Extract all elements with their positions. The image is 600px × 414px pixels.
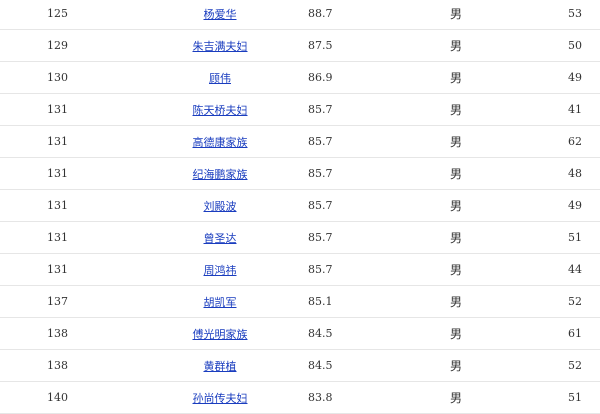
wealth-cell: 84.5 — [280, 317, 450, 350]
table-row: 129 朱吉满夫妇 87.5 男 50 — [0, 29, 600, 62]
gender-cell: 男 — [450, 253, 550, 286]
person-name-link[interactable]: 朱吉满夫妇 — [193, 40, 248, 53]
gender-cell: 男 — [450, 0, 550, 30]
person-name-link[interactable]: 曾圣达 — [204, 232, 237, 245]
table-body: 125 杨爱华 88.7 男 53 129 朱吉满夫妇 87.5 男 50 130 顾伟 86.9 男 49… — [0, 0, 600, 414]
gender-cell: 男 — [450, 61, 550, 94]
name-cell: 纪海鹏家族 — [160, 157, 280, 190]
wealth-cell: 85.1 — [280, 285, 450, 318]
gender-cell: 男 — [450, 29, 550, 62]
name-cell: 傅光明家族 — [160, 317, 280, 350]
name-cell: 顾伟 — [160, 61, 280, 94]
rank-cell: 131 — [0, 125, 160, 158]
person-name-link[interactable]: 杨爱华 — [204, 8, 237, 21]
person-name-link[interactable]: 傅光明家族 — [193, 328, 248, 341]
age-cell: 50 — [550, 29, 600, 62]
age-cell: 52 — [550, 349, 600, 382]
name-cell: 朱吉满夫妇 — [160, 29, 280, 62]
age-cell: 41 — [550, 93, 600, 126]
rank-cell: 131 — [0, 93, 160, 126]
age-cell: 51 — [550, 381, 600, 414]
name-cell: 黄群植 — [160, 349, 280, 382]
age-cell: 62 — [550, 125, 600, 158]
age-cell: 49 — [550, 61, 600, 94]
table-row: 131 高德康家族 85.7 男 62 — [0, 125, 600, 158]
person-name-link[interactable]: 纪海鹏家族 — [193, 168, 248, 181]
person-name-link[interactable]: 陈天桥夫妇 — [193, 104, 248, 117]
age-cell: 49 — [550, 189, 600, 222]
table-row: 138 傅光明家族 84.5 男 61 — [0, 317, 600, 350]
age-cell: 44 — [550, 253, 600, 286]
wealth-cell: 88.7 — [280, 0, 450, 30]
wealth-cell: 85.7 — [280, 157, 450, 190]
name-cell: 孙尚传夫妇 — [160, 381, 280, 414]
gender-cell: 男 — [450, 157, 550, 190]
table-row: 137 胡凯军 85.1 男 52 — [0, 285, 600, 318]
wealth-cell: 83.8 — [280, 381, 450, 414]
gender-cell: 男 — [450, 349, 550, 382]
person-name-link[interactable]: 刘殿波 — [204, 200, 237, 213]
age-cell: 52 — [550, 285, 600, 318]
name-cell: 杨爱华 — [160, 0, 280, 30]
table-row: 131 纪海鹏家族 85.7 男 48 — [0, 157, 600, 190]
person-name-link[interactable]: 胡凯军 — [204, 296, 237, 309]
person-name-link[interactable]: 孙尚传夫妇 — [193, 392, 248, 405]
table-row: 131 周鸿祎 85.7 男 44 — [0, 253, 600, 286]
age-cell: 51 — [550, 221, 600, 254]
rank-cell: 138 — [0, 317, 160, 350]
rank-cell: 140 — [0, 381, 160, 414]
rich-list-table: 125 杨爱华 88.7 男 53 129 朱吉满夫妇 87.5 男 50 130 顾伟 86.9 男 49… — [0, 0, 600, 414]
gender-cell: 男 — [450, 317, 550, 350]
name-cell: 刘殿波 — [160, 189, 280, 222]
table-row: 131 曾圣达 85.7 男 51 — [0, 221, 600, 254]
rank-cell: 131 — [0, 253, 160, 286]
rank-cell: 131 — [0, 189, 160, 222]
rank-cell: 125 — [0, 0, 160, 30]
gender-cell: 男 — [450, 125, 550, 158]
gender-cell: 男 — [450, 381, 550, 414]
wealth-cell: 85.7 — [280, 125, 450, 158]
wealth-cell: 87.5 — [280, 29, 450, 62]
table-row: 131 刘殿波 85.7 男 49 — [0, 189, 600, 222]
person-name-link[interactable]: 黄群植 — [204, 360, 237, 373]
person-name-link[interactable]: 顾伟 — [209, 72, 231, 85]
table-row: 125 杨爱华 88.7 男 53 — [0, 0, 600, 30]
wealth-cell: 86.9 — [280, 61, 450, 94]
table-row: 130 顾伟 86.9 男 49 — [0, 61, 600, 94]
age-cell: 53 — [550, 0, 600, 30]
wealth-cell: 84.5 — [280, 349, 450, 382]
rank-cell: 130 — [0, 61, 160, 94]
table-row: 138 黄群植 84.5 男 52 — [0, 349, 600, 382]
gender-cell: 男 — [450, 189, 550, 222]
name-cell: 周鸿祎 — [160, 253, 280, 286]
age-cell: 61 — [550, 317, 600, 350]
name-cell: 胡凯军 — [160, 285, 280, 318]
person-name-link[interactable]: 高德康家族 — [193, 136, 248, 149]
wealth-cell: 85.7 — [280, 189, 450, 222]
gender-cell: 男 — [450, 285, 550, 318]
gender-cell: 男 — [450, 221, 550, 254]
person-name-link[interactable]: 周鸿祎 — [204, 264, 237, 277]
rank-cell: 138 — [0, 349, 160, 382]
name-cell: 高德康家族 — [160, 125, 280, 158]
table-row: 131 陈天桥夫妇 85.7 男 41 — [0, 93, 600, 126]
rank-cell: 129 — [0, 29, 160, 62]
age-cell: 48 — [550, 157, 600, 190]
name-cell: 陈天桥夫妇 — [160, 93, 280, 126]
rank-cell: 137 — [0, 285, 160, 318]
wealth-cell: 85.7 — [280, 93, 450, 126]
rank-cell: 131 — [0, 221, 160, 254]
rank-cell: 131 — [0, 157, 160, 190]
table-row: 140 孙尚传夫妇 83.8 男 51 — [0, 381, 600, 414]
name-cell: 曾圣达 — [160, 221, 280, 254]
gender-cell: 男 — [450, 93, 550, 126]
wealth-cell: 85.7 — [280, 221, 450, 254]
wealth-cell: 85.7 — [280, 253, 450, 286]
